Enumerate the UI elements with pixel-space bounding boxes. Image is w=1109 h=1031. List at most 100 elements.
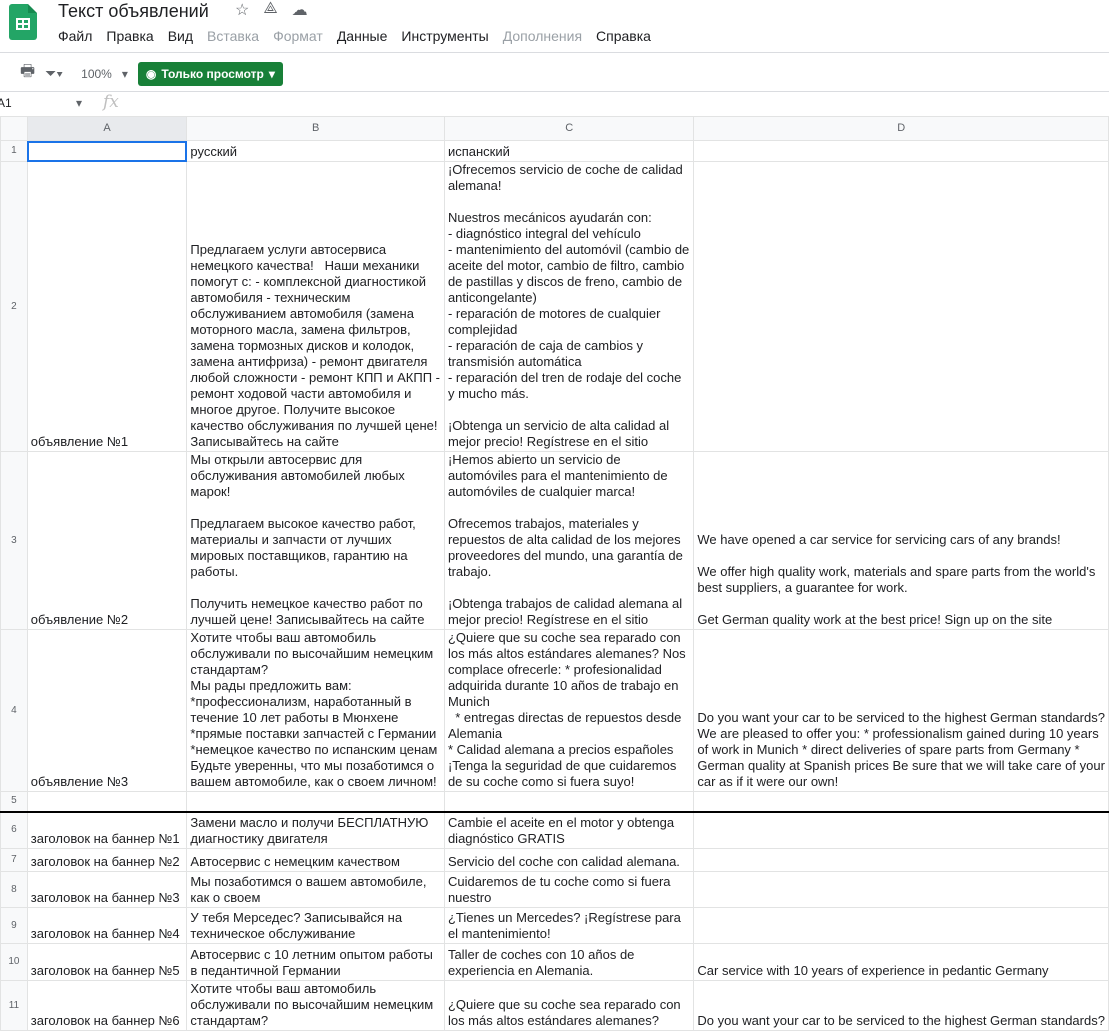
menu-bar: Файл Правка Вид Вставка Формат Данные Ин… [58,27,651,45]
cell[interactable]: ¡Ofrecemos servicio de coche de calidad … [443,161,695,452]
menu-addons[interactable]: Дополнения [503,27,582,45]
column-header-b[interactable]: B [186,116,445,141]
menu-file[interactable]: Файл [58,27,92,45]
cell[interactable]: Do you want your car to be serviced to t… [693,980,1109,1031]
row-header[interactable]: 4 [0,629,28,792]
cell[interactable]: Cuidaremos de tu coche como si fuera nue… [443,871,695,908]
menu-format[interactable]: Формат [273,27,323,45]
view-only-button[interactable]: ◉ Только просмотр ▾ [137,61,283,86]
chevron-down-icon: ▾ [115,66,128,81]
cell-a1[interactable] [26,140,188,162]
select-all-corner[interactable] [0,116,28,141]
cell[interactable]: заголовок на баннер №2 [26,848,188,872]
cell[interactable]: Do you want your car to be serviced to t… [693,629,1109,792]
cell[interactable] [693,871,1109,908]
table-row: 5 [0,791,1109,812]
formula-input[interactable] [142,92,1109,116]
divider [0,52,1109,53]
table-row: 7 заголовок на баннер №2 Автосервис с неме… [0,848,1109,872]
cell[interactable]: We have opened a car service for servici… [693,451,1109,630]
row-header[interactable]: 9 [0,907,28,944]
row-header[interactable]: 3 [0,451,28,630]
cell[interactable]: Хотите чтобы ваш автомобиль обслуживали … [186,980,445,1031]
cell[interactable]: ¿Quiere que su coche sea reparado con lo… [443,629,695,792]
name-box[interactable]: A1 ▾ [0,96,82,110]
table-row: 11 заголовок на баннер №6 Хотите чтобы ваш… [0,980,1109,1031]
table-row: 6 заголовок на баннер №1 Замени масло и по… [0,810,1109,849]
print-icon[interactable]: 🖶 [20,60,35,87]
cell[interactable]: заголовок на баннер №3 [26,871,188,908]
cell[interactable] [186,791,445,812]
move-to-drive-icon[interactable]: ⟁ [263,0,277,20]
name-box-value: A1 [0,96,12,110]
column-header-c[interactable]: C [443,116,695,141]
cell[interactable]: Мы открыли автосервис для обслуживания а… [186,451,445,630]
menu-view[interactable]: Вид [168,27,193,45]
cell[interactable]: заголовок на баннер №4 [26,907,188,944]
eye-icon: ◉ [145,66,157,81]
cell[interactable]: Cambie el aceite en el motor y obtenga d… [443,810,695,849]
cell[interactable]: Мы позаботимся о вашем автомобиле, как о… [186,871,445,908]
table-row: 10 заголовок на баннер №5 Автосервис с 10 … [0,943,1109,981]
cell[interactable]: объявление №3 [26,629,188,792]
cell[interactable] [26,791,188,812]
chevron-down-icon: ▾ [75,96,82,110]
cell[interactable] [693,810,1109,849]
cell[interactable]: заголовок на баннер №5 [26,943,188,981]
table-row: 8 заголовок на баннер №3 Мы позаботимся о … [0,871,1109,908]
cell[interactable]: заголовок на баннер №1 [26,810,188,849]
cell[interactable]: ¿Quiere que su coche sea reparado con lo… [443,980,695,1031]
menu-edit[interactable]: Правка [106,27,153,45]
column-header-a[interactable]: A [26,116,188,141]
cell[interactable]: испанский [443,140,695,162]
cell[interactable]: ¿Tienes un Mercedes? ¡Regístrese para el… [443,907,695,944]
menu-insert[interactable]: Вставка [207,27,259,45]
column-header-d[interactable]: D [693,116,1109,141]
row-header[interactable]: 10 [0,943,28,981]
cell[interactable]: У тебя Мерседес? Записывайся на техничес… [186,907,445,944]
cell[interactable]: Замени масло и получи БЕСПЛАТНУЮ диагнос… [186,810,445,849]
cell[interactable]: объявление №2 [26,451,188,630]
row-header[interactable]: 2 [0,161,28,452]
row-header[interactable]: 7 [0,848,28,872]
filter-icon[interactable]: ⏷▾ [45,65,63,82]
menu-help[interactable]: Справка [596,27,651,45]
table-row: 4 объявление №3 Хотите чтобы ваш автомобил… [0,629,1109,792]
cell[interactable]: Автосервис с 10 летним опытом работы в п… [186,943,445,981]
cell[interactable] [693,161,1109,452]
document-title[interactable]: Текст объявлений [58,0,209,22]
cell[interactable]: Servicio del coche con calidad alemana. [443,848,695,872]
row-header[interactable]: 1 [0,140,28,162]
menu-data[interactable]: Данные [337,27,388,45]
sheets-logo[interactable] [9,4,37,40]
cell[interactable]: заголовок на баннер №6 [26,980,188,1031]
row-header[interactable]: 8 [0,871,28,908]
cell[interactable]: Предлагаем услуги автосервиса немецкого … [186,161,445,452]
cell[interactable] [693,791,1109,812]
row-header[interactable]: 6 [0,810,28,849]
cell[interactable]: Car service with 10 years of experience … [693,943,1109,981]
zoom-value: 100% [81,66,112,81]
zoom-select[interactable]: 100% ▾ [81,67,128,81]
view-only-label: Только просмотр [161,66,264,81]
cell[interactable]: объявление №1 [26,161,188,452]
cell[interactable]: Taller de coches con 10 años de experien… [443,943,695,981]
cell[interactable] [443,791,695,812]
cell[interactable]: русский [186,140,445,162]
cell[interactable] [693,907,1109,944]
chevron-down-icon: ▾ [268,66,275,81]
cell[interactable] [693,140,1109,162]
fx-icon: fx [103,92,119,112]
cell[interactable]: Автосервис с немецким качеством [186,848,445,872]
star-icon[interactable]: ☆ [235,0,249,20]
table-row: 9 заголовок на баннер №4 У тебя Мерседес? … [0,907,1109,944]
row-header[interactable]: 11 [0,980,28,1031]
row-header[interactable]: 5 [0,791,28,812]
table-row: 1 русский испанский [0,140,1109,162]
cell[interactable]: Хотите чтобы ваш автомобиль обслуживали … [186,629,445,792]
cell[interactable] [693,848,1109,872]
cloud-status-icon[interactable]: ☁ [292,0,308,20]
cell[interactable]: ¡Hemos abierto un servicio de automóvile… [443,451,695,630]
menu-tools[interactable]: Инструменты [401,27,488,45]
table-row: 2 объявление №1 Предлагаем услуги автосерв… [0,161,1109,452]
